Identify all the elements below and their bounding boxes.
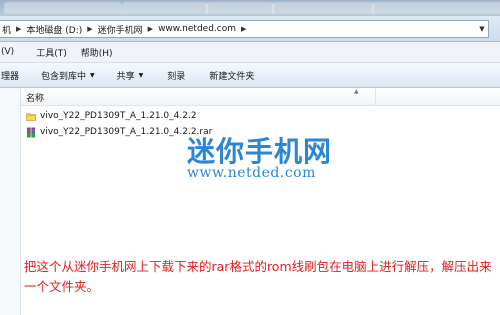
blurred-tab — [372, 2, 500, 14]
new-folder-button[interactable]: 新建文件夹 — [209, 69, 254, 82]
column-name-header[interactable]: 名称 — [26, 91, 44, 104]
breadcrumb-folder-url[interactable]: www.netded.com — [156, 24, 238, 34]
caret-down-icon: ▼ — [90, 71, 95, 79]
folder-icon — [26, 112, 36, 121]
breadcrumb-computer[interactable]: 机 — [0, 23, 13, 36]
blurred-tab — [122, 2, 208, 14]
caret-down-icon: ▼ — [138, 71, 144, 79]
watermark-url: www.netded.com — [187, 165, 316, 181]
chevron-right-icon[interactable]: ▶ — [13, 25, 24, 33]
burn-button[interactable]: 刻录 — [167, 69, 185, 82]
organize-button[interactable]: 理器 — [1, 69, 19, 82]
breadcrumb-local-disk[interactable]: 本地磁盘 (D:) — [24, 23, 84, 36]
chevron-down-icon[interactable]: ▼ — [476, 25, 488, 33]
organize-label: 理器 — [1, 71, 20, 82]
menu-help[interactable]: 帮助(H) — [74, 46, 120, 59]
browser-tab-strip — [0, 0, 500, 16]
share-button[interactable]: 共享 ▼ — [117, 69, 144, 82]
menu-view[interactable]: (V) — [0, 47, 29, 57]
watermark-title: 迷你手机网 — [187, 135, 333, 168]
sort-ascending-icon: ▲ — [354, 88, 359, 95]
menu-tools[interactable]: 工具(T) — [29, 46, 74, 59]
blurred-tab — [4, 2, 122, 14]
file-name: vivo_Y22_PD1309T_A_1.21.0_4.2.2 — [40, 111, 197, 121]
new-folder-label: 新建文件夹 — [209, 71, 255, 82]
winrar-archive-icon — [27, 127, 35, 137]
chevron-right-icon[interactable]: ▶ — [238, 25, 249, 33]
command-bar: 理器 包含到库中 ▼ 共享 ▼ 刻录 新建文件夹 — [0, 63, 500, 88]
blurred-tab — [206, 2, 274, 14]
navigation-pane[interactable] — [0, 88, 21, 315]
blurred-tab — [272, 2, 374, 14]
instruction-caption: 把这个从迷你手机网上下载下来的rar格式的rom线刷包在电脑上进行解压，解压出来… — [24, 259, 492, 294]
include-in-library-button[interactable]: 包含到库中 ▼ — [41, 69, 95, 82]
menu-bar: (V) 工具(T) 帮助(H) — [0, 42, 500, 63]
breadcrumb[interactable]: 机 ▶ 本地磁盘 (D:) ▶ 迷你手机网 ▶ www.netded.com ▶… — [0, 20, 489, 38]
burn-label: 刻录 — [167, 71, 186, 82]
address-bar: 机 ▶ 本地磁盘 (D:) ▶ 迷你手机网 ▶ www.netded.com ▶… — [0, 16, 500, 42]
share-label: 共享 — [116, 71, 135, 82]
chevron-right-icon[interactable]: ▶ — [145, 25, 156, 33]
include-in-library-label: 包含到库中 — [41, 71, 87, 82]
file-row[interactable]: vivo_Y22_PD1309T_A_1.21.0_4.2.2.rar — [26, 124, 212, 140]
column-divider[interactable] — [375, 88, 376, 105]
breadcrumb-folder-site[interactable]: 迷你手机网 — [96, 23, 145, 36]
column-header: 名称 ▲ — [21, 88, 500, 106]
chevron-right-icon[interactable]: ▶ — [84, 25, 95, 33]
file-row[interactable]: vivo_Y22_PD1309T_A_1.21.0_4.2.2 — [26, 108, 197, 124]
